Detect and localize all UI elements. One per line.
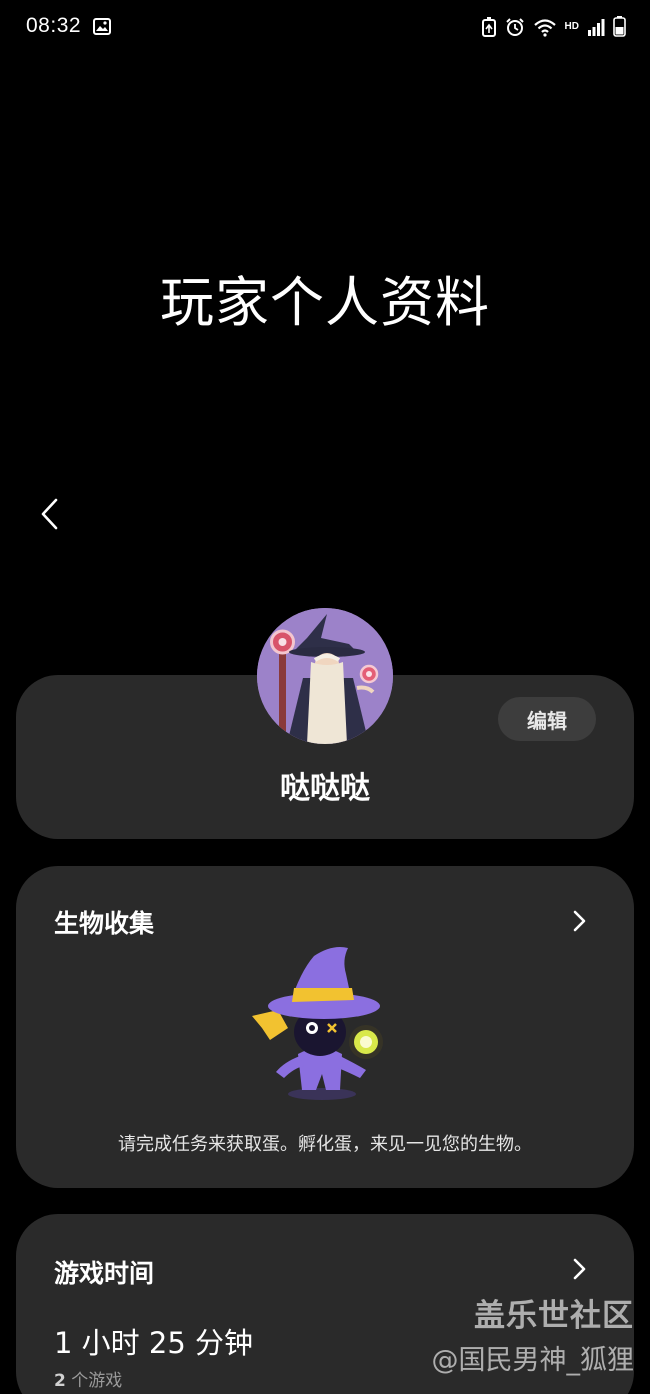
signal-icon xyxy=(588,18,605,36)
network-type: HD xyxy=(564,21,579,32)
creature-collection-title: 生物收集 xyxy=(54,909,155,938)
playtime-title: 游戏时间 xyxy=(54,1259,155,1288)
back-button[interactable] xyxy=(28,492,72,536)
status-time: 08:32 xyxy=(26,14,82,37)
battery-saver-icon xyxy=(481,16,496,37)
chevron-right-icon[interactable] xyxy=(568,910,590,932)
wizard-avatar-image xyxy=(257,608,393,744)
edit-button[interactable]: 编辑 xyxy=(498,697,596,741)
wifi-icon xyxy=(533,18,556,37)
creature-collection-card[interactable]: 生物收集 请完成任务来获取蛋。孵化蛋，来见一见您的生物。 xyxy=(16,866,634,1188)
games-count-unit: 个游戏 xyxy=(71,1371,123,1391)
games-count: 2 个游戏 xyxy=(54,1366,122,1391)
chevron-left-icon xyxy=(41,498,58,530)
gallery-icon xyxy=(93,18,111,35)
status-icons: HD xyxy=(481,16,626,37)
playtime-value: 1 小时 25 分钟 xyxy=(54,1326,254,1360)
creature-collection-hint: 请完成任务来获取蛋。孵化蛋，来见一见您的生物。 xyxy=(118,1134,532,1155)
user-name: 哒哒哒 xyxy=(280,771,370,806)
status-bar: 08:32 HD xyxy=(0,0,650,56)
watermark-site: 盖乐世社区 xyxy=(474,1298,634,1334)
alarm-icon xyxy=(505,17,524,36)
creature-witch-image xyxy=(252,947,383,1100)
page-title: 玩家个人资料 xyxy=(160,271,490,334)
games-count-number: 2 xyxy=(54,1371,66,1391)
watermark-user: @国民男神_狐狸 xyxy=(431,1345,635,1376)
chevron-right-icon[interactable] xyxy=(568,1258,590,1280)
battery-icon xyxy=(613,16,626,37)
avatar[interactable] xyxy=(257,608,393,744)
